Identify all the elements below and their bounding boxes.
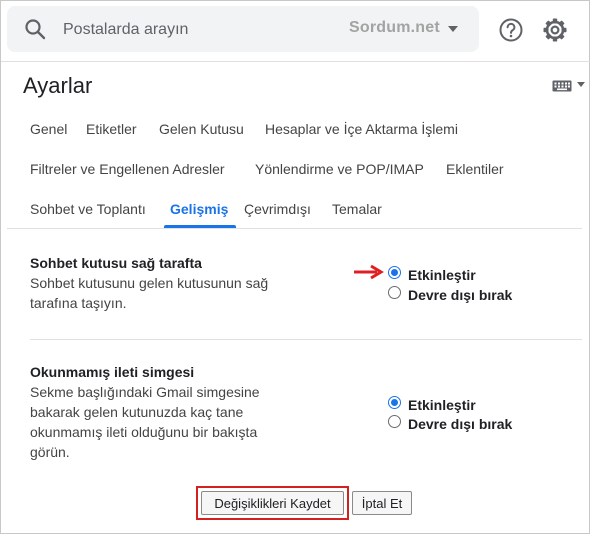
tab-gelen-kutusu[interactable]: Gelen Kutusu: [159, 121, 244, 137]
setting-title-unread-icon: Okunmamış ileti simgesi: [30, 364, 195, 380]
search-input[interactable]: [63, 19, 333, 41]
settings-window: Sordum.net Ayarlar: [0, 0, 590, 534]
red-arrow-icon: [354, 264, 384, 280]
unread-icon-enable-label[interactable]: Etkinleştir: [408, 397, 476, 413]
cancel-button[interactable]: İptal Et: [352, 491, 412, 515]
chat-right-disable-radio[interactable]: [388, 286, 401, 299]
chat-right-disable-label[interactable]: Devre dışı bırak: [408, 287, 512, 303]
caret-down-icon[interactable]: [443, 21, 463, 37]
header-divider: [1, 61, 590, 62]
tab-eklentiler[interactable]: Eklentiler: [446, 161, 504, 177]
watermark-text: Sordum.net: [349, 19, 440, 36]
unread-icon-disable-label[interactable]: Devre dışı bırak: [408, 416, 512, 432]
save-changes-button[interactable]: Değişiklikleri Kaydet: [201, 491, 344, 515]
help-icon[interactable]: [498, 17, 524, 43]
tab-yonlendirme[interactable]: Yönlendirme ve POP/IMAP: [255, 161, 424, 177]
gear-icon[interactable]: [541, 16, 569, 44]
tab-genel[interactable]: Genel: [30, 121, 67, 137]
tab-sohbet[interactable]: Sohbet ve Toplantı: [30, 201, 146, 217]
chevron-down-icon[interactable]: [577, 82, 585, 88]
page-title: Ayarlar: [23, 73, 93, 98]
tab-temalar[interactable]: Temalar: [332, 201, 382, 217]
search-bar[interactable]: Sordum.net: [7, 6, 479, 52]
tab-etiketler[interactable]: Etiketler: [86, 121, 137, 137]
tab-cevrimdisi[interactable]: Çevrimdışı: [244, 201, 311, 217]
unread-icon-enable-radio[interactable]: [388, 396, 401, 409]
setting-title-chat-right: Sohbet kutusu sağ tarafta: [30, 255, 202, 271]
section-divider: [30, 339, 582, 340]
tab-filtreler[interactable]: Filtreler ve Engellenen Adresler: [30, 161, 225, 177]
tab-gelismis[interactable]: Gelişmiş: [170, 201, 228, 217]
chat-right-enable-label[interactable]: Etkinleştir: [408, 267, 476, 283]
chat-right-enable-radio[interactable]: [388, 266, 401, 279]
tab-hesaplar[interactable]: Hesaplar ve İçe Aktarma İşlemi: [265, 121, 458, 137]
keyboard-icon[interactable]: [552, 80, 572, 92]
tabs-divider: [7, 228, 582, 229]
search-icon[interactable]: [23, 17, 47, 41]
setting-desc-chat-right: Sohbet kutusunu gelen kutusunun sağ tara…: [30, 275, 269, 311]
setting-desc-unread-icon: Sekme başlığındaki Gmail simgesine bakar…: [30, 384, 260, 460]
unread-icon-disable-radio[interactable]: [388, 415, 401, 428]
